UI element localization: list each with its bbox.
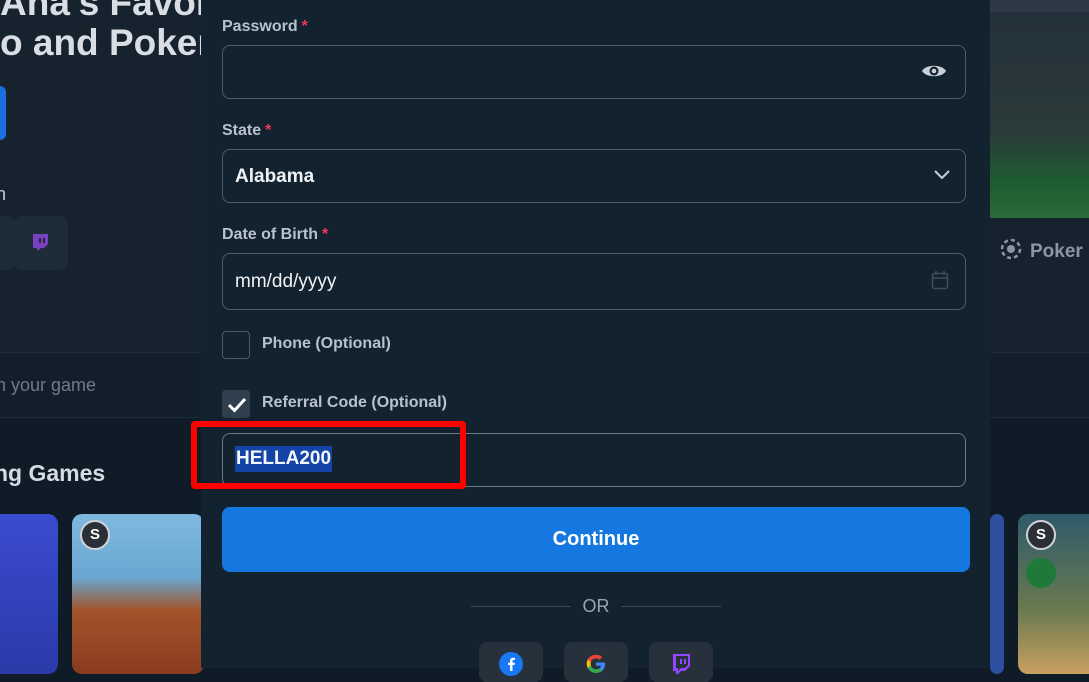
dob-label: Date of Birth * (222, 226, 329, 243)
hero-banner-image (990, 0, 1089, 218)
eye-icon[interactable] (921, 61, 947, 86)
game-card[interactable]: S (72, 514, 204, 674)
hero-text-fragment: n (0, 184, 7, 204)
hero-twitch-button[interactable] (14, 216, 68, 270)
tab-poker[interactable]: Poker (1000, 238, 1083, 266)
game-card[interactable] (0, 514, 58, 674)
poker-chip-icon (1000, 238, 1022, 266)
game-card[interactable]: S (1018, 514, 1089, 674)
sparkle-badge-icon (1026, 558, 1056, 588)
hero-cta-button[interactable] (0, 86, 6, 140)
or-label: OR (582, 596, 610, 616)
provider-badge: S (1026, 520, 1056, 550)
divider-line (621, 606, 721, 607)
search-placeholder: h your game (0, 375, 97, 395)
game-card[interactable] (990, 514, 1004, 674)
or-divider: OR (471, 596, 721, 618)
signup-modal: Password * State * Alabama Date of Birth * … (201, 0, 990, 682)
phone-checkbox-label: Phone (Optional) (262, 335, 391, 352)
chevron-down-icon (933, 167, 951, 186)
dob-placeholder: mm/dd/yyyy (235, 271, 337, 292)
twitch-icon (30, 232, 50, 257)
divider-line (471, 606, 571, 607)
state-value: Alabama (235, 166, 315, 187)
phone-checkbox[interactable] (222, 331, 250, 359)
dob-field[interactable]: mm/dd/yyyy (222, 253, 966, 310)
required-mark: * (265, 122, 272, 139)
password-field[interactable] (222, 45, 966, 99)
twitch-login-button[interactable] (649, 642, 713, 682)
google-login-button[interactable] (564, 642, 628, 682)
password-label: Password * (222, 18, 308, 35)
referral-checkbox[interactable] (222, 390, 250, 418)
section-title: ng Games (0, 460, 106, 486)
continue-button[interactable]: Continue (222, 507, 970, 572)
tab-poker-label: Poker (1030, 241, 1083, 262)
state-select[interactable]: Alabama (222, 149, 966, 203)
provider-badge: S (80, 520, 110, 550)
required-mark: * (322, 226, 329, 243)
required-mark: * (301, 18, 308, 35)
referral-checkbox-label: Referral Code (Optional) (262, 394, 447, 411)
hero-title-line2: o and Poker (0, 22, 212, 63)
facebook-login-button[interactable] (479, 642, 543, 682)
hero-social-button[interactable] (0, 216, 14, 270)
calendar-icon[interactable] (931, 270, 949, 295)
state-label: State * (222, 122, 272, 139)
highlight-annotation (191, 421, 466, 489)
